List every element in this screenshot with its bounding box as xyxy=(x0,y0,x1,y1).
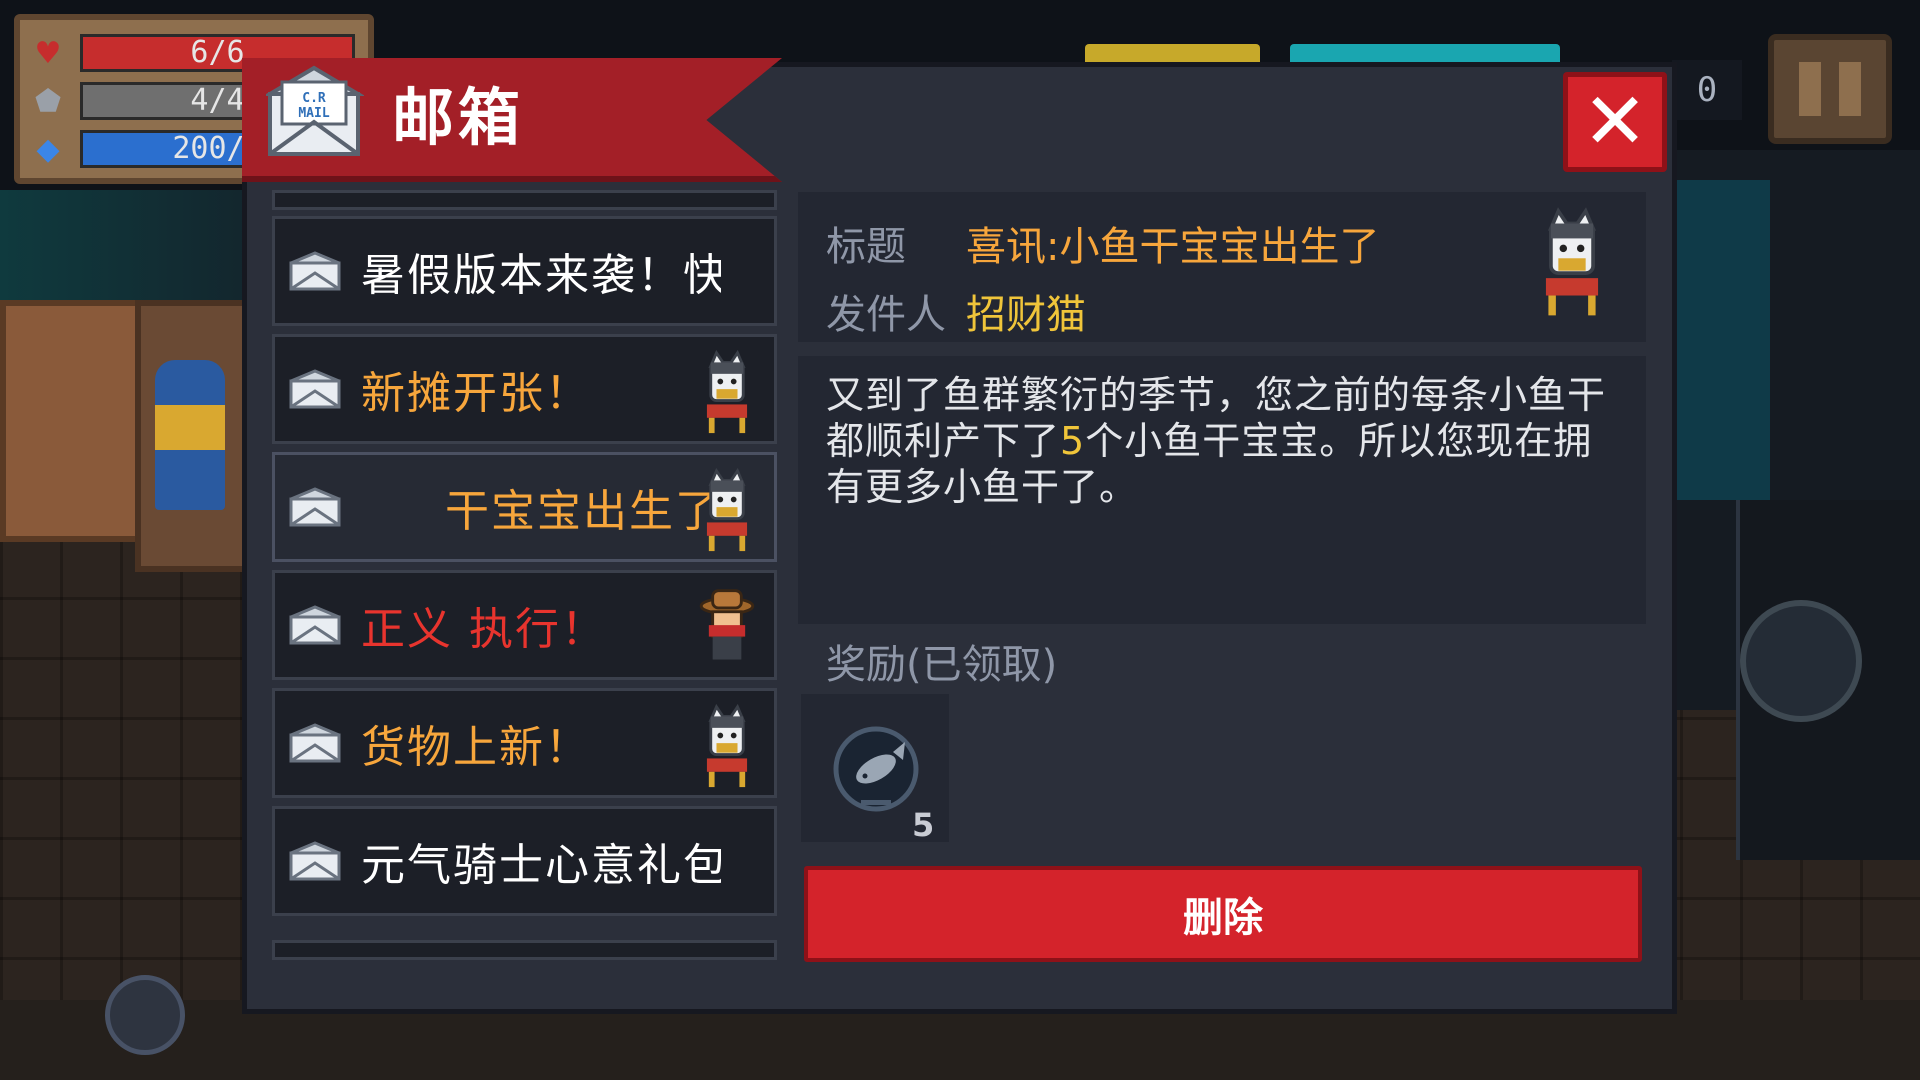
mail-item-label: 货物上新！ xyxy=(361,722,591,773)
mail-sender: 招财猫 xyxy=(966,292,1086,338)
mail-item-label: 暑假版本来袭！快来 xyxy=(361,250,721,301)
mail-item[interactable]: 货物上新！ xyxy=(272,688,777,798)
lucky-cat-icon xyxy=(698,349,756,435)
reward-label: 奖励(已领取) xyxy=(826,642,1058,688)
mail-body-text: 又到了鱼群繁衍的季节，您之前的每条小鱼干都顺利产下了5个小鱼干宝宝。所以您现在拥… xyxy=(826,372,1626,510)
envelope-icon xyxy=(289,723,341,763)
mail-list[interactable]: 暑假版本来袭！快来新摊开张！ 干宝宝出生了正义 执行！ 货物上新！ 元气骑士心意礼包 xyxy=(272,190,777,966)
mail-item[interactable]: 暑假版本来袭！快来 xyxy=(272,216,777,326)
envelope-icon xyxy=(289,605,341,645)
mail-header: 标题 喜讯:小鱼干宝宝出生了 发件人 招财猫 xyxy=(798,192,1646,342)
shield-icon: ⬟ xyxy=(34,83,62,119)
sender-label: 发件人 xyxy=(826,292,946,338)
skill-button[interactable] xyxy=(1740,600,1862,722)
envelope-icon xyxy=(289,251,341,291)
reward-count: 5 xyxy=(912,806,935,844)
mail-item[interactable]: 干宝宝出生了 xyxy=(272,452,777,562)
mailbox-icon: C.R MAIL xyxy=(266,65,364,156)
counter: 0 xyxy=(1672,60,1742,120)
pause-icon xyxy=(1799,62,1821,116)
svg-text:C.R: C.R xyxy=(302,91,326,106)
gem-bar xyxy=(1290,44,1560,64)
mail-item[interactable]: 新摊开张！ xyxy=(272,334,777,444)
mail-item[interactable]: 正义 执行！ xyxy=(272,570,777,680)
close-button[interactable]: ✕ xyxy=(1563,72,1667,172)
title-label: 标题 xyxy=(826,224,906,270)
heart-icon: ♥ xyxy=(34,35,62,71)
envelope-icon xyxy=(289,487,341,527)
list-top-edge xyxy=(272,190,777,210)
dialog-title: 邮箱 xyxy=(392,81,525,154)
cowboy-icon xyxy=(698,585,756,671)
envelope-icon xyxy=(289,841,341,881)
envelope-icon xyxy=(289,369,341,409)
mail-item-label: 新摊开张！ xyxy=(361,368,591,419)
gold-bar xyxy=(1085,44,1260,64)
svg-text:MAIL: MAIL xyxy=(298,106,329,121)
list-bottom-edge xyxy=(272,940,777,960)
pot xyxy=(105,975,185,1055)
body-highlight-count: 5 xyxy=(1060,419,1086,463)
lucky-cat-icon xyxy=(698,703,756,789)
delete-label: 删除 xyxy=(1183,895,1263,941)
mail-title: 喜讯:小鱼干宝宝出生了 xyxy=(966,224,1380,270)
close-icon: ✕ xyxy=(1582,77,1648,167)
pause-button[interactable] xyxy=(1768,34,1892,144)
dried-fish-icon xyxy=(833,726,919,812)
delete-button[interactable]: 删除 xyxy=(804,866,1642,962)
mail-item-label: 元气骑士心意礼包 xyxy=(361,840,721,891)
mail-item[interactable]: 元气骑士心意礼包 xyxy=(272,806,777,916)
mail-body: 又到了鱼群繁衍的季节，您之前的每条小鱼干都顺利产下了5个小鱼干宝宝。所以您现在拥… xyxy=(798,356,1646,624)
mail-item-label: 正义 执行！ xyxy=(361,604,607,655)
egyptian-mural xyxy=(0,300,152,542)
mail-item-label: 干宝宝出生了 xyxy=(445,486,721,537)
lucky-cat-icon xyxy=(698,467,756,553)
pharaoh-statue xyxy=(155,360,225,510)
energy-icon: ◆ xyxy=(36,131,60,167)
lucky-cat-icon xyxy=(1545,207,1599,316)
